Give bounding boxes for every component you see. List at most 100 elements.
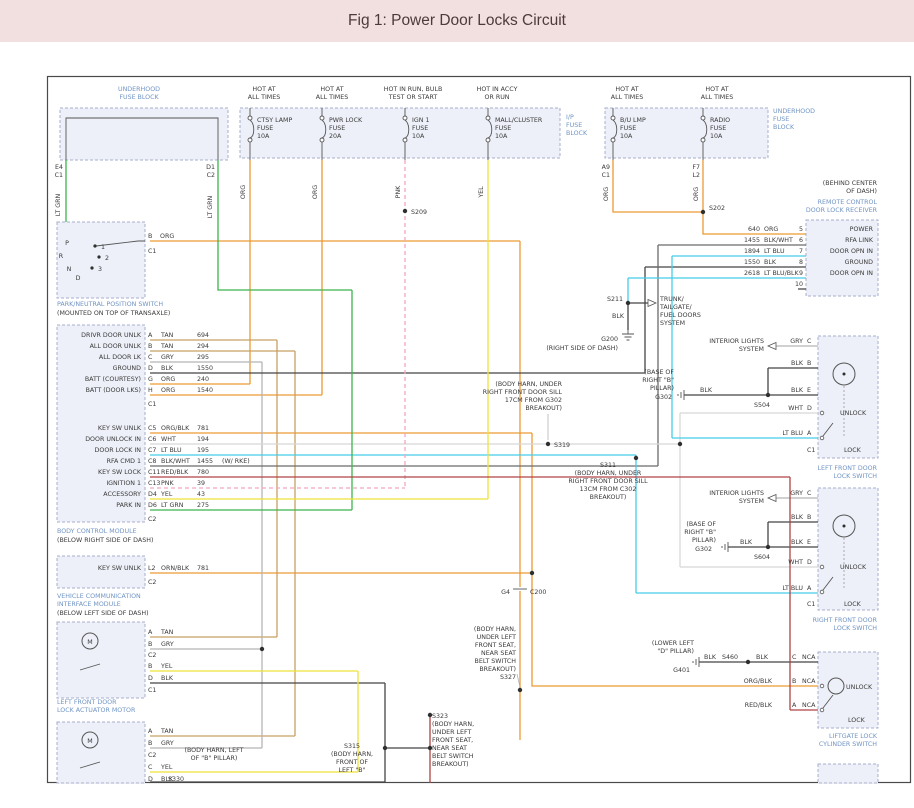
detent-label: 2: [105, 255, 109, 262]
wire-num: 1540: [197, 387, 213, 394]
wire-color-label: LT BLU: [782, 430, 803, 437]
pin-label: D6: [148, 502, 157, 509]
wire-color-label: WHT: [788, 559, 803, 566]
splice-label-s202: S202: [709, 205, 725, 212]
fuse-terminal: [486, 116, 490, 120]
unlock-label: UNLOCK: [840, 410, 867, 417]
junction-dot: [530, 571, 534, 575]
wire-num: 781: [197, 565, 209, 572]
wire-color-label: ORG: [160, 233, 174, 240]
vcim-location: (BELOW LEFT SIDE OF DASH): [57, 610, 149, 617]
splice-dot-s311: [634, 456, 638, 460]
wire-color-label: LT GRN: [161, 502, 184, 509]
splice-dot-s319: [546, 442, 550, 446]
pin-label: C8: [148, 458, 156, 465]
wiring-diagram: UNDERHOODFUSE BLOCK HOT ATALL TIMES HOT …: [0, 0, 914, 808]
junction-dot: [260, 647, 264, 651]
pin-label: C11: [148, 469, 160, 476]
pin-label: A: [807, 430, 812, 437]
fuse-terminal: [248, 116, 252, 120]
wire-num: 1455: [744, 237, 760, 244]
underhood-left-label: UNDERHOODFUSE BLOCK: [118, 86, 160, 101]
grid-label-g4: G4: [501, 589, 510, 596]
fuse-terminal: [320, 138, 324, 142]
pin-label: C: [792, 654, 797, 661]
pn-detent-dot: [97, 255, 100, 258]
ground-location: (RIGHT SIDE OF DASH): [546, 345, 618, 352]
knob-center: [843, 373, 846, 376]
pin-label: L2: [148, 565, 156, 572]
pin-function: GROUND: [845, 259, 874, 266]
pin-function: PARK IN: [116, 502, 141, 509]
pin-label: B: [807, 360, 811, 367]
wire-color-label: GRY: [161, 354, 174, 361]
wire-color-label: ORG: [161, 376, 175, 383]
gear-position: D: [76, 275, 81, 282]
splice-dot-s504: [766, 393, 770, 397]
pin-function: BATT (DOOR LKS): [86, 387, 141, 394]
connector-label: C1: [807, 447, 815, 454]
wire-color-label: ORG: [240, 185, 247, 199]
wire-color-label: BLK: [161, 776, 174, 783]
fuse-terminal: [701, 138, 705, 142]
wire-color-label: LT BLU: [161, 447, 182, 454]
wire-color-label: TAN: [160, 629, 174, 636]
pin-label: C: [807, 490, 812, 497]
wire-color-label: LT BLU/BLK: [764, 270, 800, 277]
wire-color-label: BLK: [791, 360, 804, 367]
wire-color-label: ORG: [312, 185, 319, 199]
wire-color-label: ORG/BLK: [744, 678, 773, 685]
fuse-terminal: [486, 138, 490, 142]
pn-detent-dot: [90, 266, 93, 269]
pin-label: A: [148, 728, 153, 735]
wire-num: 43: [197, 491, 205, 498]
bcm-title: BODY CONTROL MODULE: [57, 528, 137, 535]
pin-label: A: [148, 332, 153, 339]
pin-label: E: [807, 387, 811, 394]
wire-color-label: BLK: [612, 313, 625, 320]
ground-location: (LOWER LEFT"D" PILLAR): [652, 640, 694, 655]
wire-color-label: GRY: [790, 338, 803, 345]
splice-label-s604: S604: [754, 554, 770, 561]
fuse-terminal: [403, 116, 407, 120]
connector-label: C1: [148, 687, 156, 694]
pin-label: 10: [795, 281, 803, 288]
wire-color-label: RED/BLK: [161, 469, 189, 476]
splice-dot-s604: [766, 545, 770, 549]
switch-contact: [820, 565, 824, 569]
vcim-box: [57, 556, 145, 588]
wire-num: 640: [748, 226, 760, 233]
pin-function: POWER: [850, 226, 874, 233]
pin-function: KEY SW LOCK: [98, 469, 142, 476]
wire-color-label: YEL: [478, 186, 485, 199]
wire-color-label: BLK: [764, 259, 777, 266]
pin-function: ALL DOOR UNLK: [90, 343, 142, 350]
pin-function: BATT (COURTESY): [85, 376, 141, 383]
lock-label: LOCK: [844, 601, 862, 608]
lock-label: LOCK: [844, 447, 862, 454]
pin-label: D4: [148, 491, 157, 498]
harness-note-s323: S323(BODY HARN,UNDER LEFTFRONT SEAT,NEAR…: [432, 713, 474, 768]
hot-at-all-times-label: HOT ATALL TIMES: [316, 86, 348, 101]
pin-function: KEY SW UNLK: [98, 425, 142, 432]
connector-label: C1: [807, 601, 815, 608]
splice-dot-s202: [701, 210, 705, 214]
wire-color-label: TAN: [160, 332, 174, 339]
wire-color-label: GRY: [790, 490, 803, 497]
wire-color-label: BLK: [161, 365, 174, 372]
gear-position: R: [59, 253, 64, 260]
pin-label: 8: [799, 259, 803, 266]
gear-position: N: [67, 266, 72, 273]
pin-function: RFA LINK: [845, 237, 874, 244]
pin-label: A: [148, 629, 153, 636]
connector-label: C1: [148, 248, 156, 255]
nca-label: NCA: [802, 678, 816, 685]
pin-label: A: [807, 585, 812, 592]
wire-color-label: ORG/BLK: [161, 425, 190, 432]
wire-num: 295: [197, 354, 209, 361]
ip-fuse-block-box: [240, 108, 560, 158]
pin-label: C5: [148, 425, 156, 432]
wire-color-label: BLK: [791, 387, 804, 394]
wire-color-label: GRY: [161, 740, 174, 747]
switch-contact: [820, 708, 824, 712]
